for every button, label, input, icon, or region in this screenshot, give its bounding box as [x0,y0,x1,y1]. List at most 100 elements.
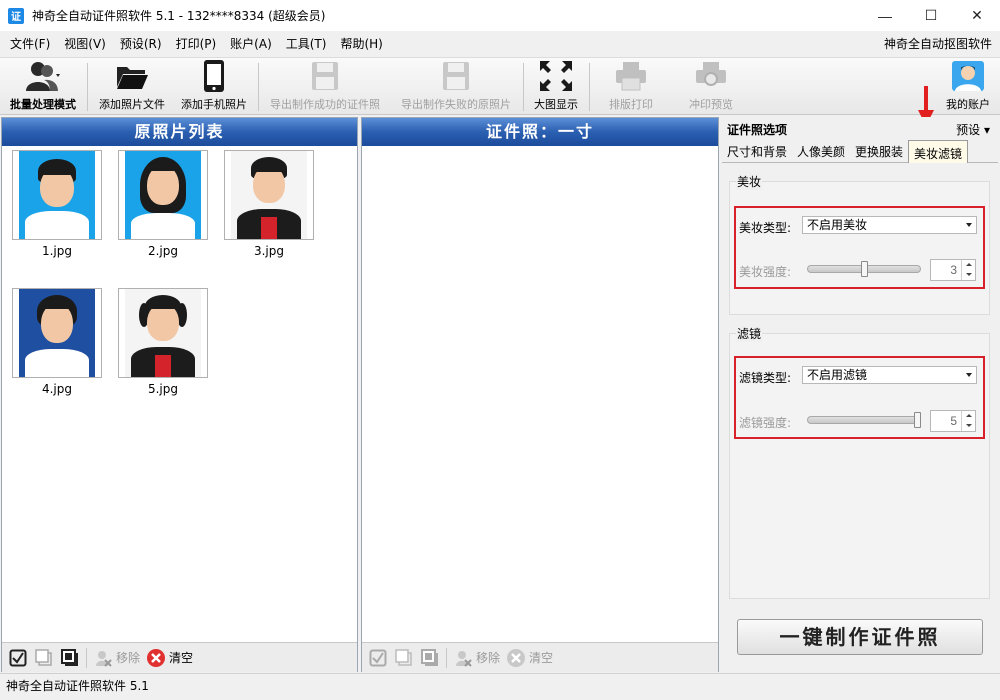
filter-group-title: 滤镜 [736,325,763,342]
clear-icon[interactable] [506,648,526,668]
tab-portrait-beauty[interactable]: 人像美颜 [792,139,850,162]
chevron-down-icon [966,373,972,377]
photo-filename: 1.jpg [41,244,73,258]
toolbar-divider [523,63,524,111]
print-preview-icon [695,58,727,94]
photo-thumbnail[interactable]: 1.jpg [12,150,102,258]
menu-bar: 文件(F) 视图(V) 预设(R) 打印(P) 账户(A) 工具(T) 帮助(H… [0,31,1000,57]
photo-filename: 3.jpg [253,244,285,258]
bottom-divider [86,647,87,668]
spin-down-icon[interactable] [966,273,972,276]
menu-tools[interactable]: 工具(T) [279,31,334,57]
preset-label: 预设 [956,123,981,137]
invert-selection-icon[interactable] [60,648,80,668]
my-account-button[interactable]: 我的账户 [938,58,998,115]
toolbar-divider [589,63,590,111]
makeup-filter-page: 美妆 美妆类型: 不启用美妆 美妆强度: 3 滤镜 滤镜类型: 不启用滤镜 滤镜… [722,163,998,672]
deselect-icon[interactable] [34,648,54,668]
layout-print-label: 排版打印 [609,98,653,111]
add-phone-photo-button[interactable]: 添加手机照片 [176,58,252,115]
printer-icon [615,58,647,94]
make-id-photo-button[interactable]: 一键制作证件照 [737,619,983,655]
preset-dropdown[interactable]: 预设 ▾ [956,121,990,138]
clear-icon[interactable] [146,648,166,668]
photo-thumbnail[interactable]: 2.jpg [118,150,208,258]
add-photo-file-button[interactable]: 添加照片文件 [94,58,170,115]
save-icon [442,58,470,94]
export-failed-button[interactable]: 导出制作失败的原照片 [393,58,519,115]
cutout-software-link[interactable]: 神奇全自动抠图软件 [884,31,992,57]
center-panel-bottom-bar: 移除 清空 [362,642,718,672]
remove-icon[interactable] [93,648,113,668]
photo-thumbnail[interactable]: 3.jpg [224,150,314,258]
filter-strength-label: 滤镜强度: [739,416,792,430]
batch-mode-button[interactable]: 批量处理模式 [4,58,82,115]
remove-button[interactable]: 移除 [116,649,140,666]
makeup-strength-spinner[interactable]: 3 [930,259,976,281]
minimize-button[interactable]: — [862,0,908,31]
print-preview-button[interactable]: 冲印预览 [676,58,746,115]
photo-thumbnail[interactable]: 5.jpg [118,288,208,396]
filter-type-value: 不启用滤镜 [807,368,868,382]
portrait-image [19,289,95,377]
filter-type-select[interactable]: 不启用滤镜 [802,366,977,384]
makeup-group-title: 美妆 [736,173,763,190]
menu-preset[interactable]: 预设(R) [113,31,169,57]
export-success-label: 导出制作成功的证件照 [270,98,380,111]
menu-view[interactable]: 视图(V) [57,31,113,57]
save-icon [311,58,339,94]
close-button[interactable]: ✕ [954,0,1000,31]
app-icon: 证 [8,7,24,24]
remove-icon[interactable] [453,648,473,668]
invert-selection-icon[interactable] [420,648,440,668]
options-tabs: 尺寸和背景 人像美颜 更换服装 美妆滤镜 [722,139,998,163]
folder-icon [115,58,149,94]
toolbar-divider [87,63,88,111]
photo-filename: 2.jpg [147,244,179,258]
menu-file[interactable]: 文件(F) [0,31,57,57]
deselect-icon[interactable] [394,648,414,668]
original-photo-panel: 原照片列表 1.jpg 2.jpg 3.jpg 4.jpg 5.jpg 移除 清… [1,117,358,672]
filter-strength-slider-thumb[interactable] [914,412,921,428]
id-photo-options-panel: 证件照选项 预设 ▾ 尺寸和背景 人像美颜 更换服装 美妆滤镜 美妆 美妆类型:… [722,117,998,672]
clear-button[interactable]: 清空 [169,649,193,666]
layout-print-button[interactable]: 排版打印 [598,58,664,115]
spin-up-icon[interactable] [966,414,972,417]
makeup-type-select[interactable]: 不启用美妆 [802,216,977,234]
export-failed-label: 导出制作失败的原照片 [401,98,511,111]
my-account-label: 我的账户 [946,98,990,111]
portrait-image [19,151,95,239]
phone-icon [202,58,226,94]
photo-thumbnail[interactable]: 4.jpg [12,288,102,396]
tab-size-background[interactable]: 尺寸和背景 [722,139,792,162]
select-all-icon[interactable] [368,648,388,668]
menu-account[interactable]: 账户(A) [223,31,279,57]
select-all-icon[interactable] [8,648,28,668]
filter-strength-slider[interactable] [807,416,921,424]
tab-makeup-filter[interactable]: 美妆滤镜 [908,140,969,163]
makeup-strength-value: 3 [950,263,957,277]
spin-down-icon[interactable] [966,424,972,427]
tab-change-clothes[interactable]: 更换服装 [850,139,908,162]
status-text: 神奇全自动证件照软件 5.1 [6,679,149,693]
filter-strength-spinner[interactable]: 5 [930,410,976,432]
makeup-strength-label: 美妆强度: [739,265,792,279]
clear-button[interactable]: 清空 [529,649,553,666]
makeup-strength-slider-thumb[interactable] [860,261,868,277]
status-bar: 神奇全自动证件照软件 5.1 [0,673,1000,700]
big-view-button[interactable]: 大图显示 [528,58,584,115]
batch-mode-label: 批量处理模式 [10,98,76,111]
expand-icon [539,58,573,94]
window-title: 神奇全自动证件照软件 5.1 - 132****8334 (超级会员) [32,9,326,23]
id-photo-panel-title: 证件照：一寸 [362,118,718,146]
menu-help[interactable]: 帮助(H) [333,31,389,57]
add-phone-photo-label: 添加手机照片 [181,98,247,111]
spin-up-icon[interactable] [966,263,972,266]
bottom-divider [446,647,447,668]
portrait-image [125,151,201,239]
remove-button[interactable]: 移除 [476,649,500,666]
maximize-button[interactable]: ☐ [908,0,954,31]
original-photo-panel-title: 原照片列表 [2,118,357,146]
menu-print[interactable]: 打印(P) [169,31,224,57]
export-success-button[interactable]: 导出制作成功的证件照 [262,58,388,115]
